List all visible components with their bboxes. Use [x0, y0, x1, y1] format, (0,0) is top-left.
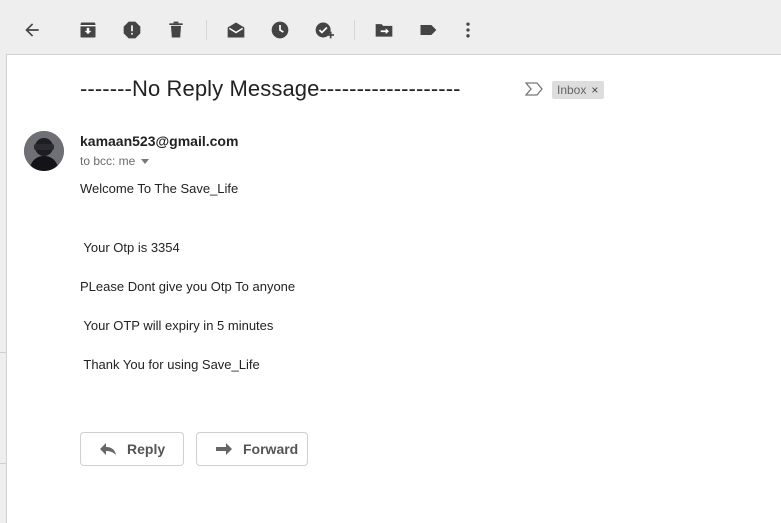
- body-line: Your Otp is 3354: [80, 240, 180, 255]
- back-arrow-icon: [25, 23, 39, 37]
- mark-unread-button[interactable]: [220, 14, 252, 46]
- forward-button[interactable]: Forward: [196, 432, 308, 466]
- recipient-text: to bcc: me: [80, 154, 136, 168]
- more-icon: [466, 22, 470, 38]
- reply-icon: [100, 443, 116, 455]
- body-line: Thank You for using Save_Life: [80, 357, 260, 372]
- labels-button[interactable]: [412, 14, 444, 46]
- labels-icon: [420, 25, 437, 35]
- delete-icon: [169, 21, 183, 38]
- add-to-tasks-button[interactable]: [308, 14, 340, 46]
- move-to-button[interactable]: [368, 14, 400, 46]
- sender-email: kamaan523@gmail.com: [80, 133, 239, 149]
- body-line: Your OTP will expiry in 5 minutes: [80, 318, 274, 333]
- toolbar-separator: [206, 20, 207, 40]
- report-spam-button[interactable]: [116, 14, 148, 46]
- label-chip-text: Inbox: [557, 83, 587, 97]
- report-spam-icon: [123, 21, 141, 39]
- body-line: PLease Dont give you Otp To anyone: [80, 279, 296, 294]
- reply-button[interactable]: Reply: [80, 432, 184, 466]
- add-to-tasks-icon: [315, 22, 334, 39]
- archive-icon: [80, 22, 96, 38]
- reply-label: Reply: [127, 441, 166, 457]
- toolbar-separator: [354, 20, 355, 40]
- forward-icon: [216, 443, 232, 455]
- snooze-icon: [271, 21, 289, 39]
- recipient-line: to bcc: me: [80, 154, 150, 168]
- toolbar: [0, 0, 781, 54]
- snooze-button[interactable]: [264, 14, 296, 46]
- back-button[interactable]: [16, 14, 48, 46]
- importance-marker-icon[interactable]: [525, 82, 543, 96]
- archive-button[interactable]: [72, 14, 104, 46]
- message-subject: -------No Reply Message-----------------…: [80, 76, 461, 101]
- forward-label: Forward: [243, 441, 299, 457]
- move-to-icon: [375, 24, 393, 37]
- mark-unread-icon: [227, 22, 245, 38]
- delete-button[interactable]: [160, 14, 192, 46]
- label-chip-inbox: Inbox ×: [552, 81, 605, 99]
- body-line: Welcome To The Save_Life: [80, 181, 239, 196]
- message-view: -------No Reply Message-----------------…: [6, 54, 781, 523]
- more-button[interactable]: [452, 14, 484, 46]
- avatar-image: [24, 131, 64, 171]
- sender-avatar: [24, 131, 64, 171]
- show-details-chevron-icon[interactable]: [141, 158, 150, 164]
- remove-label-icon[interactable]: ×: [591, 83, 598, 97]
